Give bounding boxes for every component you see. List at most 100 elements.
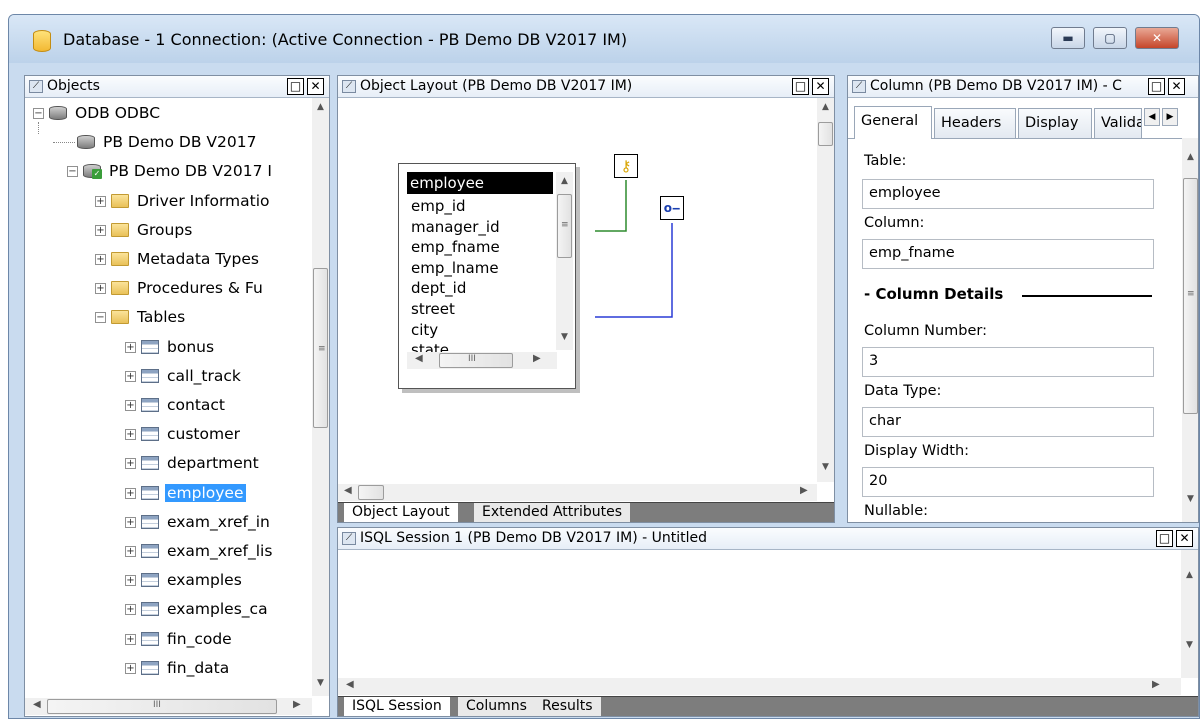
entity-column[interactable]: city — [411, 321, 438, 339]
column-number-field[interactable]: 3 — [862, 347, 1154, 377]
collapse-icon[interactable]: − — [67, 166, 78, 178]
tree-item-label[interactable]: PB Demo DB V2017 I — [107, 162, 274, 180]
scroll-left-icon[interactable]: ◀ — [33, 699, 41, 710]
expand-icon[interactable]: + — [125, 662, 136, 674]
pin-icon[interactable]: ⟋ — [852, 80, 866, 93]
tab-scroll-left-icon[interactable]: ◀ — [1144, 108, 1160, 126]
column-vertical-scrollbar[interactable]: ▲ ≡ ▼ — [1182, 138, 1198, 522]
entity-column[interactable]: manager_id — [411, 218, 500, 236]
tab-validation[interactable]: Valida — [1094, 108, 1142, 138]
tree-horizontal-scrollbar[interactable]: ◀ III ▶ — [25, 698, 312, 715]
table-field[interactable]: employee — [862, 179, 1154, 209]
tree-item[interactable]: + employee — [25, 481, 310, 507]
isql-editor[interactable] — [338, 550, 1181, 678]
tree-item-label[interactable]: Tables — [135, 308, 187, 326]
tree-item[interactable]: + department — [25, 451, 310, 477]
tree-item-label[interactable]: exam_xref_lis — [165, 542, 274, 560]
scroll-right-icon[interactable]: ▶ — [800, 485, 808, 496]
tree-item[interactable]: + Procedures & Fu — [25, 276, 310, 302]
tree-item-label[interactable]: department — [165, 454, 261, 472]
entity-title[interactable]: employee — [407, 172, 553, 194]
expand-icon[interactable]: + — [125, 400, 136, 411]
expand-icon[interactable]: + — [125, 458, 136, 470]
scroll-up-icon[interactable]: ▲ — [1181, 570, 1198, 580]
expand-icon[interactable]: + — [125, 604, 136, 616]
display-width-field[interactable]: 20 — [862, 467, 1154, 497]
tab-object-layout[interactable]: Object Layout — [344, 503, 458, 522]
scroll-down-icon[interactable]: ▼ — [556, 332, 573, 342]
tree-item-label[interactable]: Driver Informatio — [135, 192, 272, 210]
tree-item-label[interactable]: PB Demo DB V2017 — [101, 133, 258, 151]
tree-item-label[interactable]: Metadata Types — [135, 250, 261, 268]
tree-item-label[interactable]: call_track — [165, 367, 243, 385]
scroll-down-icon[interactable]: ▼ — [312, 678, 329, 688]
tree-item-label[interactable]: contact — [165, 396, 227, 414]
pin-icon[interactable]: ⟋ — [342, 532, 356, 545]
tab-headers[interactable]: Headers — [934, 108, 1016, 138]
expand-icon[interactable]: + — [95, 283, 106, 295]
column-scroll-thumb[interactable]: ≡ — [1183, 178, 1198, 414]
layout-scroll-thumb[interactable] — [818, 122, 833, 146]
tree-item[interactable]: + examples_ca — [25, 597, 310, 623]
tree-item-label[interactable]: employee — [165, 483, 246, 502]
expand-icon[interactable]: + — [95, 224, 106, 236]
entity-column[interactable]: street — [411, 300, 455, 318]
scroll-thumb[interactable]: ≡ — [313, 268, 328, 428]
panel-maximize-button[interactable]: □ — [1148, 78, 1165, 95]
isql-vertical-scrollbar[interactable]: ▲ ▼ — [1181, 550, 1198, 678]
scroll-left-icon[interactable]: ◀ — [346, 679, 354, 690]
primary-key-icon[interactable]: ⚷ — [614, 154, 638, 178]
tree-item[interactable]: − ODB ODBC — [25, 101, 310, 127]
tree-item[interactable]: + call_track — [25, 364, 310, 390]
tree-vertical-scrollbar[interactable]: ▲ ≡ ▼ — [312, 98, 329, 696]
entity-h-thumb[interactable]: III — [439, 353, 513, 368]
tree-item-label[interactable]: examples — [165, 571, 244, 589]
close-button[interactable]: ✕ — [1135, 27, 1179, 49]
tab-scroll-right-icon[interactable]: ▶ — [1162, 108, 1178, 126]
maximize-button[interactable]: ▢ — [1093, 27, 1127, 49]
tree-item[interactable]: + Groups — [25, 218, 310, 244]
layout-h-thumb[interactable] — [358, 485, 384, 500]
tree-item-label[interactable]: fin_data — [165, 659, 231, 677]
tab-isql-session[interactable]: ISQL Session — [344, 697, 450, 716]
scroll-left-icon[interactable]: ◀ — [344, 485, 352, 496]
tree-item[interactable]: + bonus — [25, 335, 310, 361]
tree-item-label[interactable]: Groups — [135, 221, 194, 239]
entity-column[interactable]: dept_id — [411, 279, 466, 297]
column-field[interactable]: emp_fname — [862, 239, 1154, 269]
panel-maximize-button[interactable]: □ — [287, 78, 304, 95]
data-type-field[interactable]: char — [862, 407, 1154, 437]
expand-icon[interactable]: + — [125, 487, 136, 499]
expand-icon[interactable]: + — [125, 575, 136, 587]
expand-icon[interactable]: + — [125, 341, 136, 353]
tree-item[interactable]: PB Demo DB V2017 — [25, 130, 310, 156]
scroll-down-icon[interactable]: ▼ — [817, 462, 834, 472]
entity-column[interactable]: emp_id — [411, 197, 466, 215]
isql-horizontal-scrollbar[interactable]: ◀ ▶ — [338, 678, 1181, 695]
scroll-right-icon[interactable]: ▶ — [533, 353, 541, 364]
entity-scroll-thumb[interactable]: ≡ — [557, 194, 572, 258]
tree-item[interactable]: + exam_xref_lis — [25, 539, 310, 565]
tree-item[interactable]: + examples — [25, 568, 310, 594]
tab-display[interactable]: Display — [1018, 108, 1092, 138]
layout-horizontal-scrollbar[interactable]: ◀ ▶ — [338, 484, 817, 501]
expand-icon[interactable]: + — [125, 429, 136, 441]
scroll-up-icon[interactable]: ▲ — [556, 176, 573, 186]
scroll-down-icon[interactable]: ▼ — [1182, 494, 1198, 504]
scroll-up-icon[interactable]: ▲ — [817, 102, 834, 112]
entity-employee[interactable]: employee emp_id manager_id emp_fname emp_ln… — [398, 163, 576, 389]
tab-extended-attributes[interactable]: Extended Attributes — [474, 503, 631, 522]
layout-vertical-scrollbar[interactable]: ▲ ▼ — [817, 98, 834, 482]
panel-close-button[interactable]: ✕ — [1168, 78, 1185, 95]
minimize-button[interactable]: ▬ — [1051, 27, 1085, 49]
panel-close-button[interactable]: ✕ — [1176, 530, 1193, 547]
tree-item-label[interactable]: Procedures & Fu — [135, 279, 265, 297]
tree-item-label[interactable]: ODB ODBC — [73, 104, 162, 122]
expand-icon[interactable]: + — [125, 370, 136, 382]
tree-item[interactable]: + contact — [25, 393, 310, 419]
entity-vertical-scrollbar[interactable]: ▲ ≡ ▼ — [556, 172, 573, 350]
tree-item-label[interactable]: customer — [165, 425, 242, 443]
scroll-right-icon[interactable]: ▶ — [1152, 679, 1160, 690]
entity-column[interactable]: emp_fname — [411, 238, 500, 256]
column-details-header[interactable]: - Column Details — [864, 285, 1003, 303]
